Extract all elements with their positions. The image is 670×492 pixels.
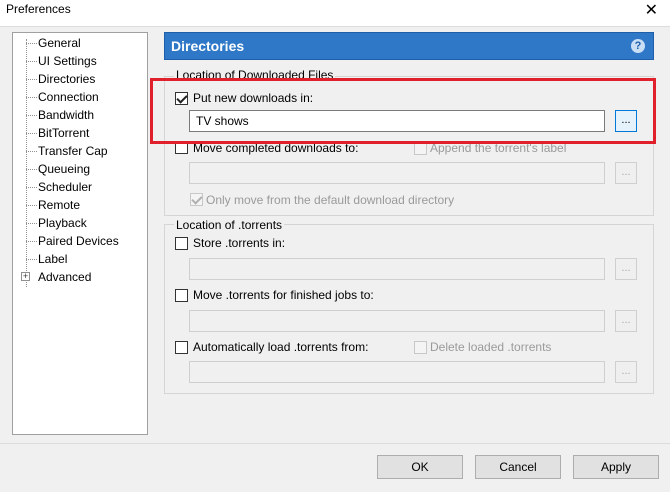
tree-item-remote[interactable]: Remote <box>13 196 147 214</box>
tree-item-general[interactable]: General <box>13 34 147 52</box>
section-title: Directories <box>171 38 245 54</box>
help-icon[interactable]: ? <box>631 39 645 53</box>
tree-item-label: Queueing <box>38 162 91 176</box>
category-tree[interactable]: General UI Settings Directories Connecti… <box>12 32 148 435</box>
store-torrents-label: Store .torrents in: <box>193 236 286 250</box>
move-completed-path-field[interactable] <box>189 162 605 184</box>
expand-plus-icon[interactable]: + <box>21 272 30 281</box>
tree-item-queueing[interactable]: Queueing <box>13 160 147 178</box>
tree-item-label: UI Settings <box>38 54 97 68</box>
tree-item-paired-devices[interactable]: Paired Devices <box>13 232 147 250</box>
auto-load-torrents-browse-button[interactable]: ... <box>615 361 637 383</box>
move-completed-browse-button[interactable]: ... <box>615 162 637 184</box>
delete-loaded-torrents-checkbox[interactable] <box>414 341 427 354</box>
tree-item-connection[interactable]: Connection <box>13 88 147 106</box>
tree-item-label: Directories <box>38 72 96 86</box>
move-torrents-finished-path-field[interactable] <box>189 310 605 332</box>
cancel-button[interactable]: Cancel <box>475 455 561 479</box>
tree-item-label: Scheduler <box>38 180 93 194</box>
auto-load-torrents-path-field[interactable] <box>189 361 605 383</box>
highlight-box <box>150 78 656 144</box>
tree-item-bandwidth[interactable]: Bandwidth <box>13 106 147 124</box>
tree-item-ui-settings[interactable]: UI Settings <box>13 52 147 70</box>
tree-item-label: Playback <box>38 216 87 230</box>
only-move-default-label: Only move from the default download dire… <box>206 193 455 207</box>
tree-item-label: Advanced <box>38 270 92 284</box>
tree-item-label: Remote <box>38 198 81 212</box>
tree-item-label: Connection <box>38 90 99 104</box>
tree-item-transfer-cap[interactable]: Transfer Cap <box>13 142 147 160</box>
move-torrents-finished-checkbox[interactable] <box>175 289 188 302</box>
delete-loaded-torrents-label: Delete loaded .torrents <box>430 340 552 354</box>
torrents-location-legend: Location of .torrents <box>174 218 285 232</box>
tree-item-directories[interactable]: Directories <box>13 70 147 88</box>
tree-item-label: General <box>38 36 81 50</box>
store-torrents-path-field[interactable] <box>189 258 605 280</box>
tree-item-label: Label <box>38 252 68 266</box>
tree-item-label: BitTorrent <box>38 126 90 140</box>
title-bar: Preferences ✕ <box>0 0 670 27</box>
move-torrents-finished-browse-button[interactable]: ... <box>615 310 637 332</box>
apply-button[interactable]: Apply <box>573 455 659 479</box>
auto-load-torrents-checkbox[interactable] <box>175 341 188 354</box>
only-move-default-checkbox[interactable] <box>190 193 203 206</box>
ok-button[interactable]: OK <box>377 455 463 479</box>
window-title: Preferences <box>6 2 71 16</box>
move-torrents-finished-label: Move .torrents for finished jobs to: <box>193 288 374 302</box>
close-icon[interactable]: ✕ <box>645 0 658 20</box>
tree-item-playback[interactable]: Playback <box>13 214 147 232</box>
tree-item-label: Paired Devices <box>38 234 119 248</box>
tree-item-label: Transfer Cap <box>38 144 108 158</box>
store-torrents-browse-button[interactable]: ... <box>615 258 637 280</box>
store-torrents-checkbox[interactable] <box>175 237 188 250</box>
dialog-footer <box>0 443 670 492</box>
tree-item-advanced[interactable]: + Advanced <box>13 268 147 286</box>
section-header: Directories ? <box>164 32 654 60</box>
tree-item-scheduler[interactable]: Scheduler <box>13 178 147 196</box>
auto-load-torrents-label: Automatically load .torrents from: <box>193 340 369 354</box>
tree-item-bittorrent[interactable]: BitTorrent <box>13 124 147 142</box>
tree-item-label: Bandwidth <box>38 108 95 122</box>
tree-item-label-category[interactable]: Label <box>13 250 147 268</box>
